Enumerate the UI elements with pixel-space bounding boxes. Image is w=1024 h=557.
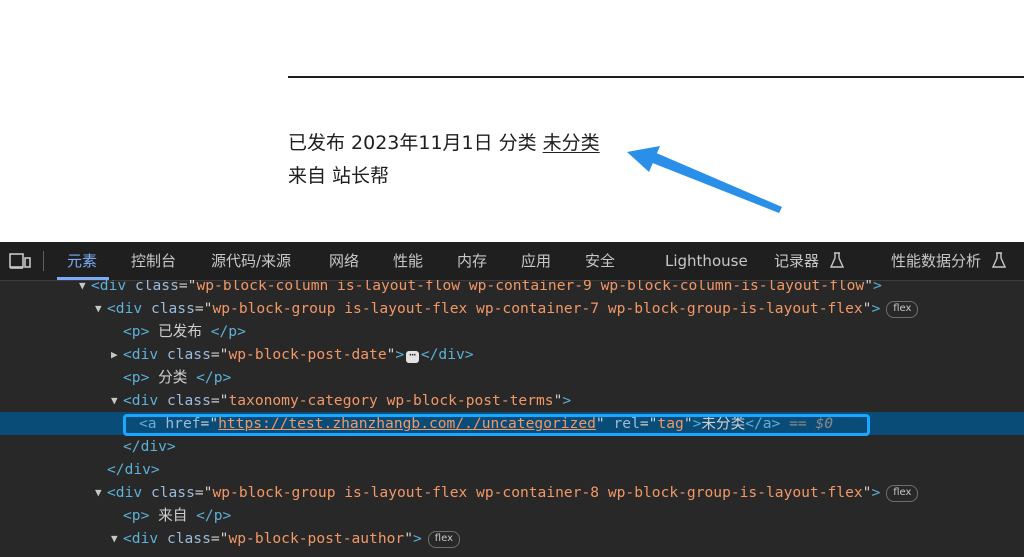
flex-badge[interactable]: flex xyxy=(886,301,919,318)
dom-node-row[interactable]: ▼ <div class="wp-block-group is-layout-f… xyxy=(0,297,1024,320)
expand-triangle-icon[interactable]: ▼ xyxy=(79,280,86,297)
dom-node-row[interactable]: ▼ <div class="wp-block-group is-layout-f… xyxy=(0,481,1024,504)
tab-sources[interactable]: 源代码/来源 xyxy=(211,242,291,280)
collapse-triangle-icon[interactable]: ▶ xyxy=(111,343,118,366)
dom-node-row[interactable]: <p> 分类 </p> xyxy=(0,366,1024,389)
dom-node-row[interactable]: </div> xyxy=(0,458,1024,481)
annotation-arrow-icon xyxy=(627,146,782,213)
tab-performance-insights-label: 性能数据分析 xyxy=(891,252,982,270)
tab-application[interactable]: 应用 xyxy=(521,242,551,280)
tab-performance-insights[interactable]: 性能数据分析 xyxy=(891,242,1006,280)
expand-triangle-icon[interactable]: ▼ xyxy=(111,389,118,412)
flask-icon xyxy=(991,252,1006,268)
flask-icon xyxy=(829,252,844,268)
dom-node-row[interactable]: </div> xyxy=(0,435,1024,458)
webpage-viewport: 已发布 2023年11月1日 分类 未分类 来自 站长帮 xyxy=(0,0,1024,242)
dom-node-row[interactable]: <p> 来自 </p> xyxy=(0,504,1024,527)
tab-elements[interactable]: 元素 xyxy=(67,242,97,280)
dom-node-row[interactable]: ▼ <div class="taxonomy-category wp-block… xyxy=(0,389,1024,412)
expand-triangle-icon[interactable]: ▼ xyxy=(95,481,102,504)
tab-performance[interactable]: 性能 xyxy=(393,242,423,280)
tab-lighthouse[interactable]: Lighthouse xyxy=(665,242,748,280)
toolbar-separator xyxy=(43,251,44,271)
tab-recorder-label: 记录器 xyxy=(774,252,820,270)
devtools-panel: 元素 控制台 源代码/来源 网络 性能 内存 应用 安全 Lighthouse … xyxy=(0,242,1024,557)
expand-triangle-icon[interactable]: ▼ xyxy=(95,297,102,320)
devtools-tab-bar: 元素 控制台 源代码/来源 网络 性能 内存 应用 安全 Lighthouse … xyxy=(0,242,1024,281)
dom-node-row[interactable]: ▼ <div class="wp-block-post-author"> flex xyxy=(0,527,1024,550)
tab-security[interactable]: 安全 xyxy=(585,242,615,280)
expand-triangle-icon[interactable]: ▼ xyxy=(111,527,118,550)
dom-node-row[interactable]: <p> 已发布 </p> xyxy=(0,320,1024,343)
tab-network[interactable]: 网络 xyxy=(329,242,359,280)
dom-node-row[interactable]: ▼ <div class="wp-block-column is-layout-… xyxy=(0,280,1024,297)
dom-node-row[interactable]: ▶ <div class="wp-block-post-date"> ⋯ </div… xyxy=(0,343,1024,366)
tab-recorder[interactable]: 记录器 xyxy=(774,242,844,280)
flex-badge[interactable]: flex xyxy=(886,485,919,502)
device-toolbar-icon[interactable] xyxy=(9,253,31,270)
ellipsis-icon[interactable]: ⋯ xyxy=(406,349,419,363)
highlight-annotation-box xyxy=(123,414,870,436)
tab-memory[interactable]: 内存 xyxy=(457,242,487,280)
flex-badge[interactable]: flex xyxy=(427,531,460,548)
tab-console[interactable]: 控制台 xyxy=(131,242,176,280)
